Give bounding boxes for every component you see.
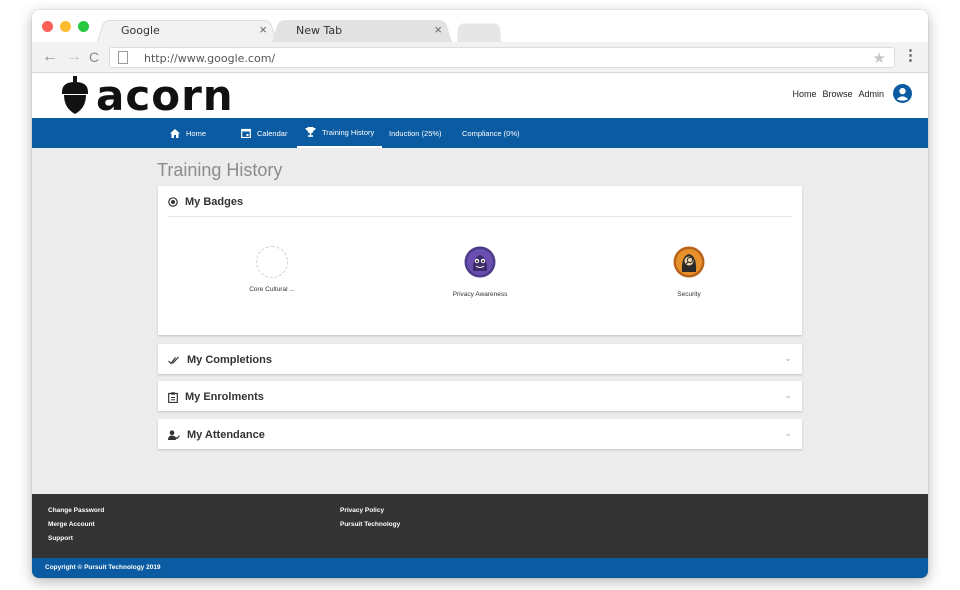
tab-title: New Tab	[296, 24, 343, 37]
person-check-icon	[168, 430, 180, 440]
nav-label: Compliance (0%)	[462, 128, 520, 138]
tab-new-tab[interactable]: New Tab ×	[272, 18, 452, 42]
enrolments-card-title: My Enrolments	[185, 391, 264, 403]
copyright-bar: Copyright © Pursuit Technology 2019	[32, 558, 928, 578]
card-divider	[168, 216, 792, 217]
completions-card[interactable]: My Completions ⌄	[158, 344, 802, 374]
security-badge-icon	[673, 246, 705, 278]
header-link-admin[interactable]: Admin	[858, 89, 884, 99]
browser-window: Google × New Tab × ← → C http://www.goog…	[32, 10, 928, 578]
header-links: Home Browse Admin	[792, 89, 884, 99]
completions-card-title: My Completions	[187, 354, 272, 366]
tab-close-icon[interactable]: ×	[259, 22, 267, 37]
attendance-card[interactable]: My Attendance ⌄	[158, 419, 802, 449]
footer-link-privacy-policy[interactable]: Privacy Policy	[340, 507, 384, 514]
nav-home[interactable]: Home	[170, 118, 206, 148]
chevron-down-icon[interactable]: ⌄	[784, 353, 792, 364]
forward-arrow-icon[interactable]: →	[66, 48, 82, 66]
minimize-window-button[interactable]	[60, 21, 71, 32]
nav-label: Training History	[322, 127, 375, 137]
home-icon	[170, 128, 180, 138]
main-content: Training History My Badges Core Cultural…	[32, 148, 928, 494]
badges-card-title: My Badges	[185, 196, 244, 208]
double-check-icon	[168, 356, 179, 364]
badges-card: My Badges Core Cultural ... Privacy Awar…	[158, 186, 802, 335]
tab-strip: Google × New Tab ×	[32, 10, 928, 42]
trophy-icon	[305, 127, 316, 137]
attendance-card-title: My Attendance	[187, 429, 265, 441]
footer-link-pursuit-technology[interactable]: Pursuit Technology	[340, 521, 400, 528]
nav-label: Home	[186, 128, 207, 138]
address-bar[interactable]: http://www.google.com/ ★	[109, 47, 895, 68]
acorn-logo[interactable]: acorn	[60, 74, 234, 118]
nav-calendar[interactable]: Calendar	[241, 118, 287, 148]
enrolments-card[interactable]: My Enrolments ⌄	[158, 381, 802, 411]
logo-text: acorn	[96, 71, 234, 120]
new-tab-button[interactable]	[457, 23, 501, 42]
nav-compliance[interactable]: Compliance (0%)	[462, 118, 520, 148]
browser-toolbar: ← → C http://www.google.com/ ★ ⋮	[32, 42, 928, 73]
clipboard-icon	[168, 391, 178, 403]
tab-google[interactable]: Google ×	[97, 18, 277, 42]
completions-card-header: My Completions	[168, 354, 272, 366]
back-arrow-icon[interactable]: ←	[42, 48, 58, 66]
privacy-monster-badge-icon	[464, 246, 496, 278]
enrolments-card-header: My Enrolments	[168, 391, 264, 403]
attendance-card-header: My Attendance	[168, 429, 265, 441]
badge-label: Privacy Awareness	[452, 291, 508, 298]
close-window-button[interactable]	[42, 21, 53, 32]
nav-label: Calendar	[257, 128, 288, 138]
footer-link-merge-account[interactable]: Merge Account	[48, 521, 95, 528]
chevron-down-icon[interactable]: ⌄	[784, 428, 792, 439]
empty-badge-icon	[256, 246, 288, 278]
url-text: http://www.google.com/	[144, 52, 276, 65]
nav-label: Induction (25%)	[389, 128, 442, 138]
badges-card-header: My Badges	[168, 196, 243, 208]
badge-privacy-awareness[interactable]: Privacy Awareness	[420, 246, 540, 298]
user-account-icon[interactable]	[893, 84, 912, 103]
badge-security[interactable]: Security	[629, 246, 749, 298]
page-title: Training History	[157, 160, 283, 180]
footer-link-support[interactable]: Support	[48, 535, 73, 542]
badge-label: Core Cultural ...	[249, 286, 295, 293]
bookmark-star-icon[interactable]: ★	[873, 49, 886, 67]
chevron-down-icon[interactable]: ⌄	[784, 390, 792, 401]
tab-title: Google	[121, 24, 160, 37]
nav-induction[interactable]: Induction (25%)	[389, 118, 442, 148]
browser-menu-icon[interactable]: ⋮	[903, 47, 918, 65]
footer-link-change-password[interactable]: Change Password	[48, 507, 104, 514]
nav-training-history[interactable]: Training History	[297, 118, 383, 148]
footer: Change Password Merge Account Support Pr…	[32, 494, 928, 558]
badge-core-cultural[interactable]: Core Cultural ...	[212, 246, 332, 293]
main-nav: Home Calendar Training History Induction…	[32, 118, 928, 148]
site-header: acorn Home Browse Admin	[32, 73, 928, 118]
header-link-home[interactable]: Home	[792, 89, 816, 99]
calendar-icon	[241, 128, 251, 138]
radio-badge-icon	[168, 197, 178, 207]
header-link-browse[interactable]: Browse	[822, 89, 852, 99]
maximize-window-button[interactable]	[78, 21, 89, 32]
tab-close-icon[interactable]: ×	[434, 22, 442, 37]
page-icon	[118, 51, 128, 64]
reload-icon[interactable]: C	[89, 48, 99, 66]
copyright-text: Copyright © Pursuit Technology 2019	[45, 564, 161, 571]
acorn-icon	[62, 76, 88, 114]
badge-label: Security	[677, 291, 701, 298]
